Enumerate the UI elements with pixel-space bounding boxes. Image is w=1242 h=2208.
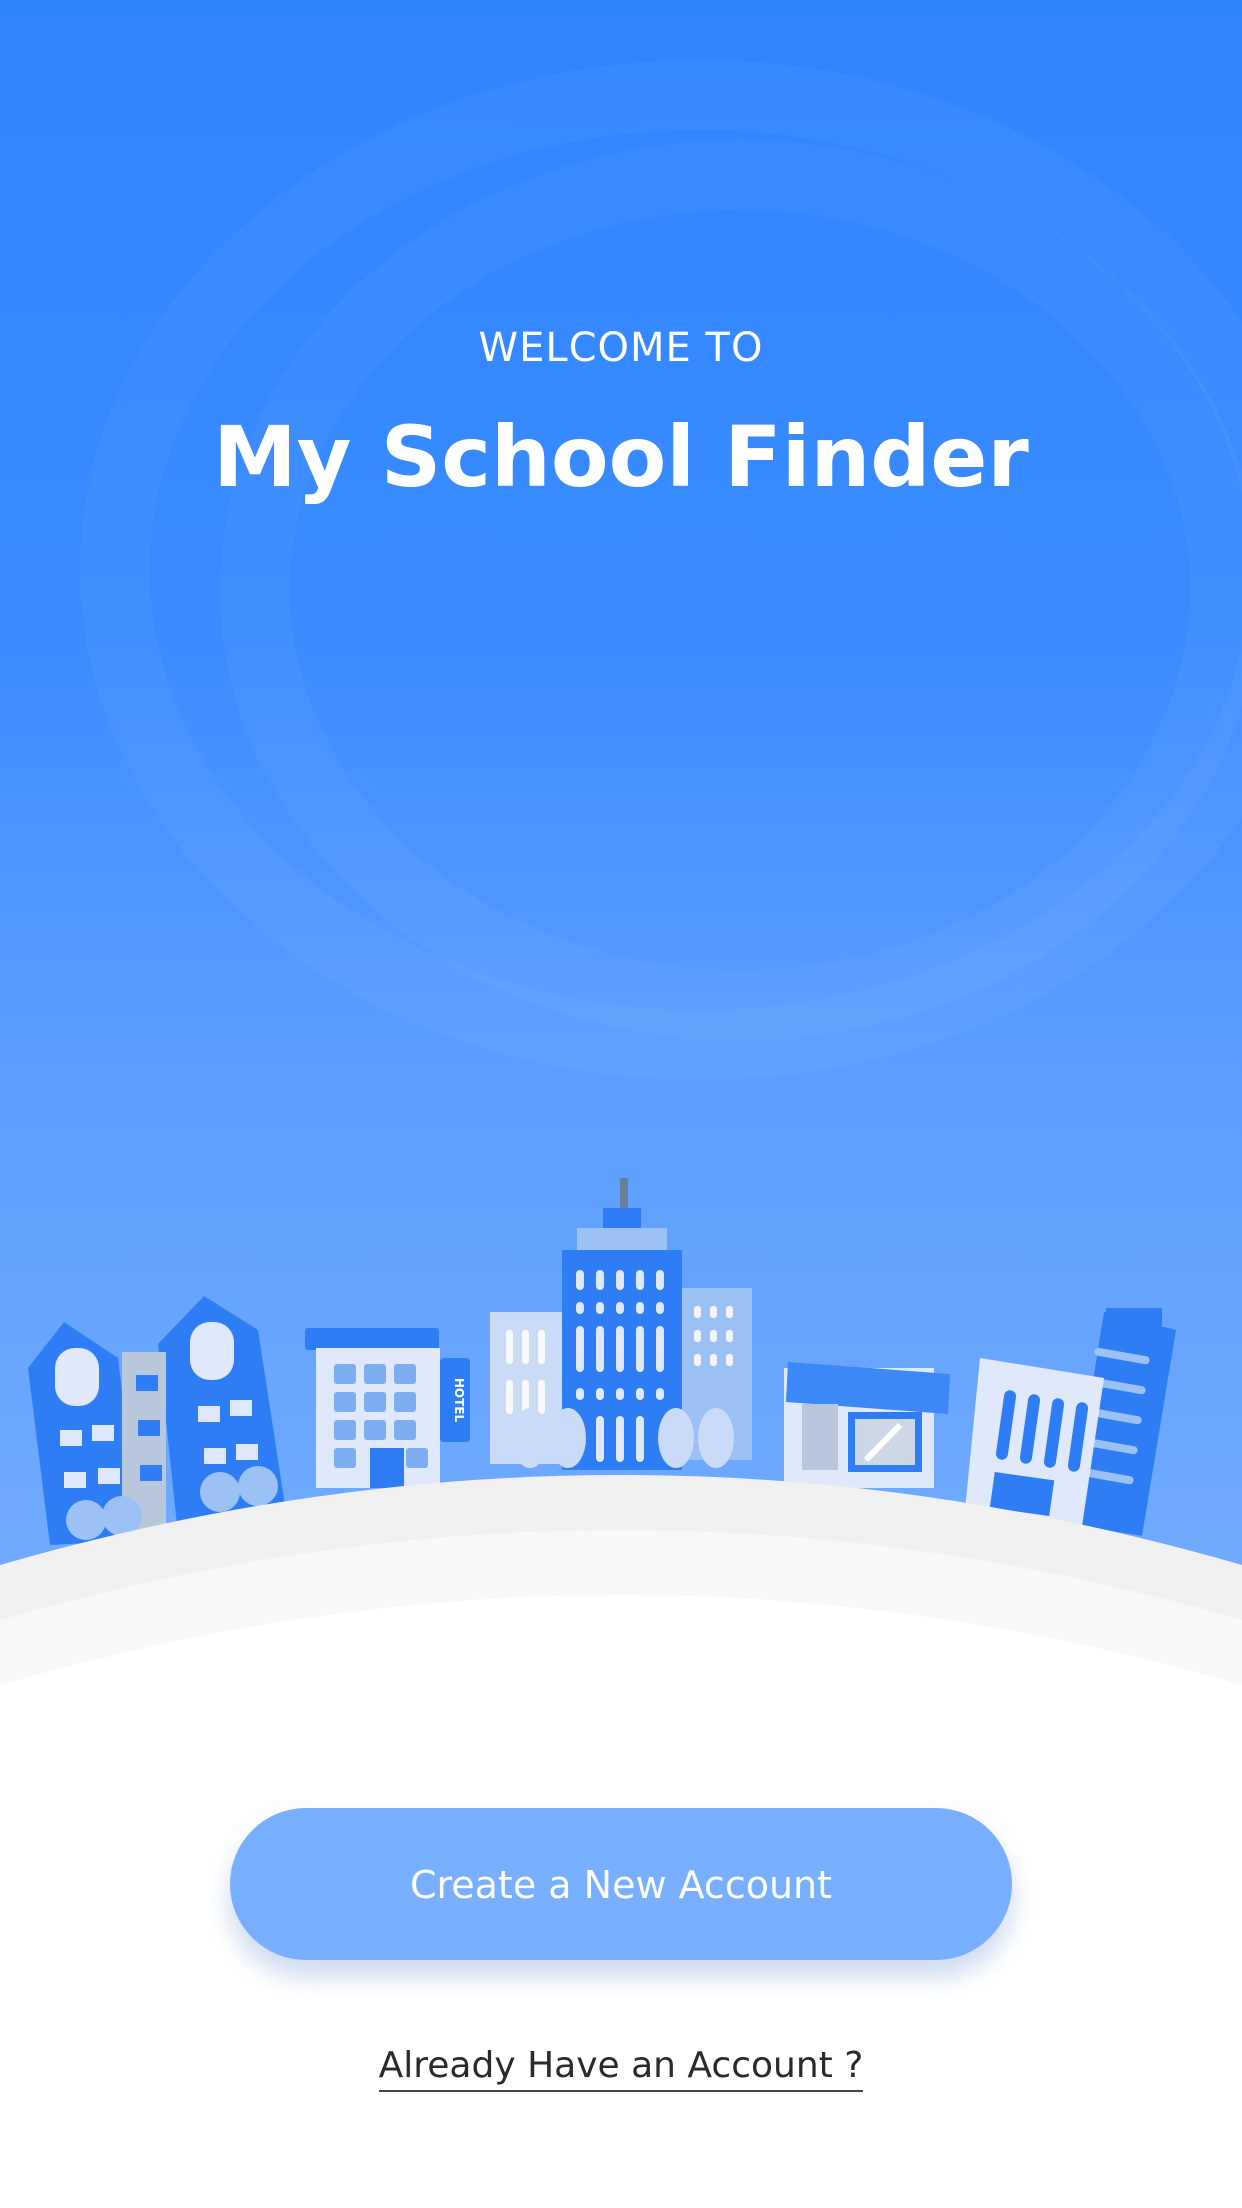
hotel-sign: HOTEL: [452, 1378, 466, 1423]
create-account-button[interactable]: Create a New Account: [230, 1808, 1012, 1960]
already-have-account-link[interactable]: Already Have an Account ?: [378, 2045, 864, 2092]
central-towers: [490, 1178, 752, 1470]
app-title: My School Finder: [213, 408, 1029, 506]
login-link-container: Already Have an Account ?: [0, 2045, 1242, 2092]
background-swirl: [220, 140, 1242, 1040]
welcome-label: WELCOME TO: [478, 325, 764, 371]
